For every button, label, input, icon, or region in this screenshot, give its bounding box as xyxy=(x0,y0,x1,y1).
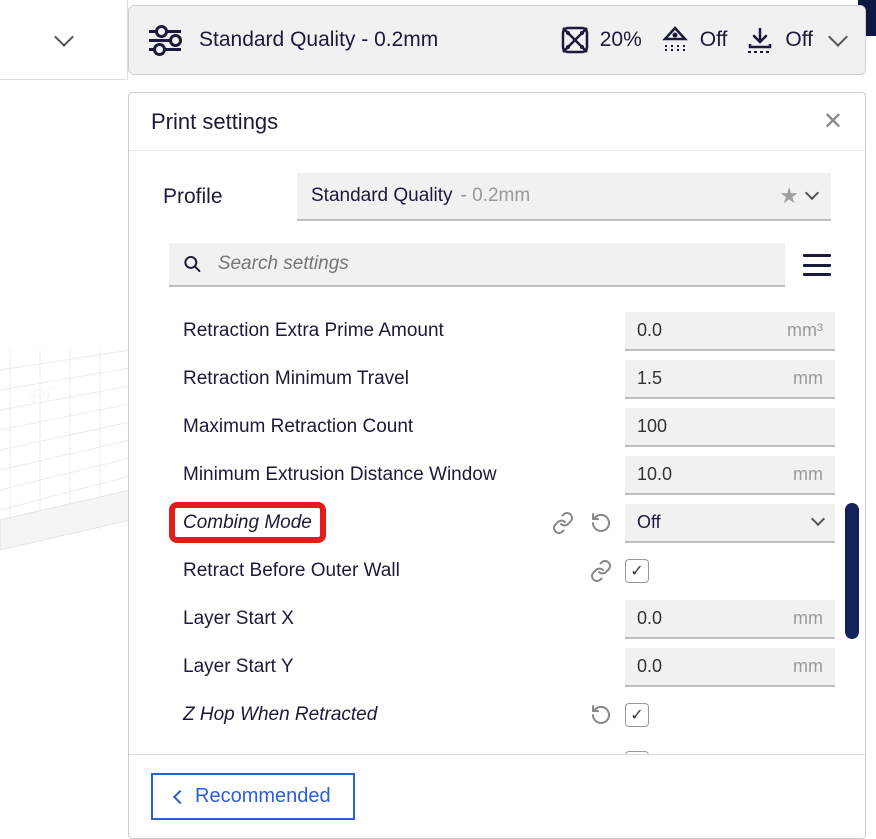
setting-checkbox-wrap: ✓ xyxy=(625,703,835,727)
profile-summary-label: Standard Quality - 0.2mm xyxy=(199,28,542,52)
svg-text:er: er xyxy=(30,374,56,410)
setting-row: Retract Before Outer Wall ✓ xyxy=(183,547,835,595)
chevron-down-icon xyxy=(805,186,819,200)
profile-dropdown[interactable]: Standard Quality - 0.2mm ★ xyxy=(297,173,831,221)
adhesion-icon xyxy=(745,25,775,55)
chevron-down-icon xyxy=(828,27,848,47)
setting-value-input[interactable]: 1.5mm xyxy=(625,360,835,399)
setting-label-text: Layer Start Y xyxy=(183,656,294,677)
setting-label-text: Combing Mode xyxy=(169,502,326,543)
setting-row: Layer Start X 0.0mm xyxy=(183,595,835,643)
setting-checkbox[interactable]: ✓ xyxy=(625,559,649,583)
print-settings-panel: Print settings ✕ Profile Standard Qualit… xyxy=(128,92,866,839)
setting-checkbox[interactable]: ✓ xyxy=(625,703,649,727)
profile-selected-name: Standard Quality xyxy=(311,185,453,207)
setting-value-input[interactable]: 0.0mm xyxy=(625,600,835,639)
setting-unit: mm xyxy=(793,368,823,389)
setting-label-text: Minimum Extrusion Distance Window xyxy=(183,464,497,485)
setting-value-input[interactable]: 100 xyxy=(625,408,835,447)
infill-summary: 20% xyxy=(560,25,642,55)
topbar-left-dropdown[interactable] xyxy=(0,0,128,80)
setting-label-text: Maximum Retraction Count xyxy=(183,416,413,437)
setting-row: Minimum Extrusion Distance Window 10.0mm xyxy=(183,451,835,499)
setting-row: Z Hop Only Over Printed Parts xyxy=(183,739,835,754)
profile-label: Profile xyxy=(163,185,273,209)
search-icon xyxy=(183,254,202,274)
setting-row: Retraction Minimum Travel 1.5mm xyxy=(183,355,835,403)
support-value: Off xyxy=(700,28,728,52)
setting-value: 100 xyxy=(637,416,823,437)
print-settings-summary-bar[interactable]: Standard Quality - 0.2mm 20% Off Off xyxy=(128,5,866,75)
scrollbar-thumb[interactable] xyxy=(845,503,859,639)
setting-unit: mm³ xyxy=(787,320,823,341)
panel-title: Print settings xyxy=(151,109,278,135)
setting-unit: mm xyxy=(793,656,823,677)
setting-label-wrap: Retraction Extra Prime Amount xyxy=(183,320,615,342)
adhesion-summary: Off xyxy=(745,25,813,55)
setting-value: 1.5 xyxy=(637,368,793,389)
star-icon[interactable]: ★ xyxy=(779,183,799,209)
setting-checkbox-wrap: ✓ xyxy=(625,559,835,583)
support-icon xyxy=(660,25,690,55)
link-icon[interactable] xyxy=(549,509,577,537)
chevron-down-icon xyxy=(54,27,74,47)
reset-icon[interactable] xyxy=(587,509,615,537)
setting-label-wrap: Maximum Retraction Count xyxy=(183,416,615,438)
setting-value-input[interactable]: 10.0mm xyxy=(625,456,835,495)
infill-value: 20% xyxy=(600,28,642,52)
setting-label-wrap: Combing Mode xyxy=(183,512,539,534)
recommended-button[interactable]: Recommended xyxy=(151,773,355,820)
setting-value: 0.0 xyxy=(637,320,787,341)
setting-value-input[interactable]: 0.0mm xyxy=(625,648,835,687)
setting-label-text: Z Hop Only Over Printed Parts xyxy=(183,752,441,754)
settings-menu-button[interactable] xyxy=(803,254,831,276)
adhesion-value: Off xyxy=(785,28,813,52)
setting-row: Z Hop When Retracted ✓ xyxy=(183,691,835,739)
setting-label-text: Layer Start X xyxy=(183,608,294,629)
infill-icon xyxy=(560,25,590,55)
chevron-down-icon xyxy=(811,512,825,526)
setting-label-text: Z Hop When Retracted xyxy=(183,704,377,725)
recommended-label: Recommended xyxy=(195,785,331,808)
setting-unit: mm xyxy=(793,464,823,485)
setting-value: Off xyxy=(637,512,813,533)
setting-label-text: Retract Before Outer Wall xyxy=(183,560,400,581)
search-field[interactable] xyxy=(218,253,771,275)
setting-label-wrap: Retraction Minimum Travel xyxy=(183,368,615,390)
settings-list: Retraction Extra Prime Amount0.0mm³Retra… xyxy=(129,297,865,754)
setting-row: Retraction Extra Prime Amount 0.0mm³ xyxy=(183,307,835,355)
setting-label-wrap: Minimum Extrusion Distance Window xyxy=(183,464,615,486)
setting-value: 10.0 xyxy=(637,464,793,485)
setting-checkbox[interactable] xyxy=(625,751,649,754)
reset-icon[interactable] xyxy=(587,701,615,729)
setting-value: 0.0 xyxy=(637,608,793,629)
link-icon[interactable] xyxy=(587,557,615,585)
buildplate-background: er xyxy=(0,350,130,550)
search-settings-input[interactable] xyxy=(169,243,785,287)
setting-label-wrap: Retract Before Outer Wall xyxy=(183,560,577,582)
setting-unit: mm xyxy=(793,608,823,629)
setting-label-text: Retraction Extra Prime Amount xyxy=(183,320,444,341)
setting-label-wrap: Layer Start X xyxy=(183,608,615,630)
support-summary: Off xyxy=(660,25,728,55)
setting-row: Maximum Retraction Count 100 xyxy=(183,403,835,451)
setting-label-wrap: Layer Start Y xyxy=(183,656,615,678)
setting-row: Combing Mode Off xyxy=(183,499,835,547)
setting-label-text: Retraction Minimum Travel xyxy=(183,368,409,389)
setting-value-input[interactable]: 0.0mm³ xyxy=(625,312,835,351)
setting-label-wrap: Z Hop When Retracted xyxy=(183,704,577,726)
chevron-left-icon xyxy=(173,789,187,803)
setting-row: Layer Start Y 0.0mm xyxy=(183,643,835,691)
setting-label-wrap: Z Hop Only Over Printed Parts xyxy=(183,752,615,754)
sliders-icon xyxy=(149,28,181,52)
profile-selected-suffix: - 0.2mm xyxy=(461,185,531,207)
close-button[interactable]: ✕ xyxy=(823,107,843,136)
setting-value: 0.0 xyxy=(637,656,793,677)
setting-select[interactable]: Off xyxy=(625,504,835,543)
setting-checkbox-wrap xyxy=(625,751,835,754)
